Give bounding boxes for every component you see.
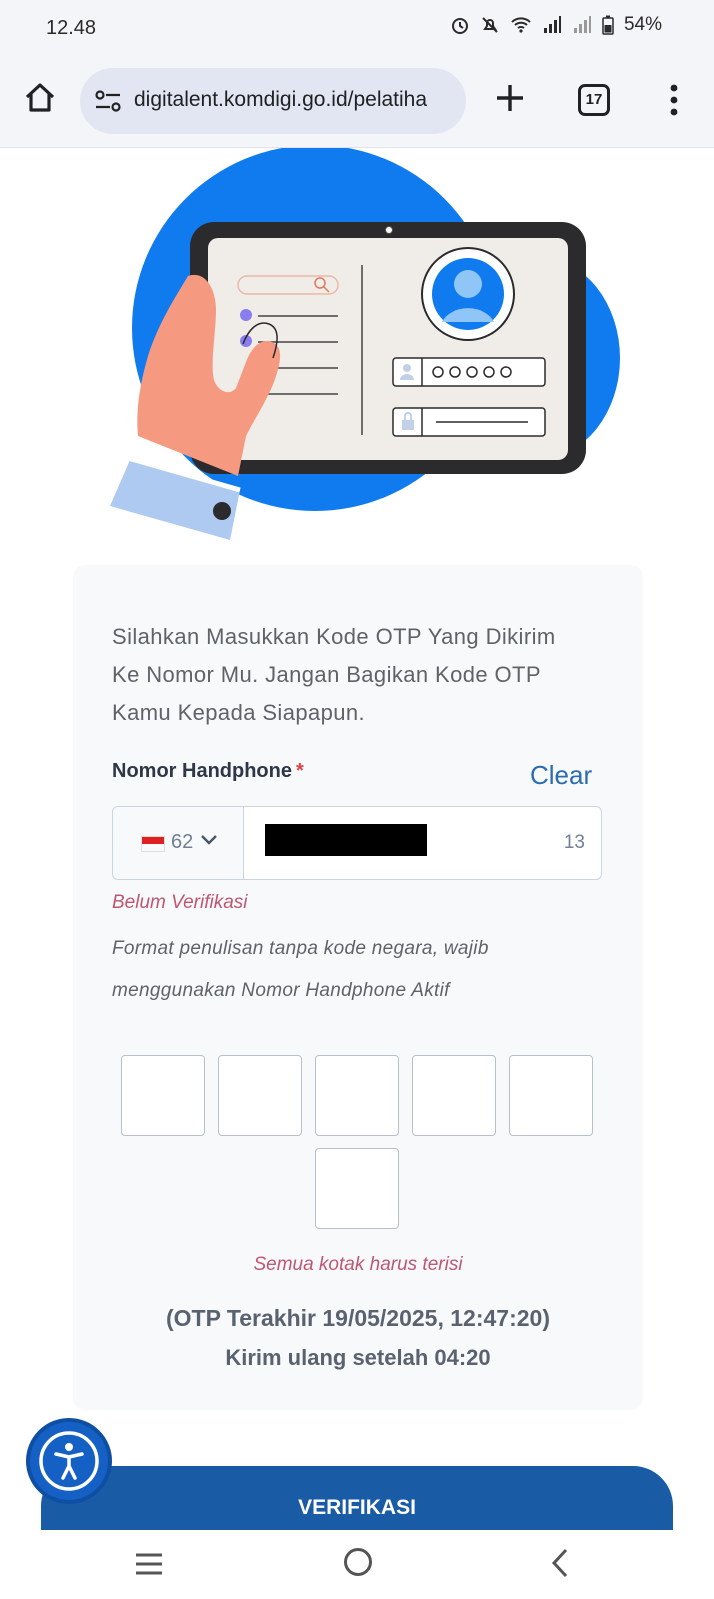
tab-switcher-button[interactable]: 17 bbox=[578, 84, 610, 116]
clear-button[interactable]: Clear bbox=[530, 760, 592, 791]
country-code: 62 bbox=[171, 831, 194, 853]
character-count: 13 bbox=[563, 832, 585, 853]
otp-instructions: Silahkan Masukkan Kode OTP Yang Dikirim … bbox=[112, 624, 556, 725]
accessibility-button[interactable] bbox=[26, 1418, 112, 1504]
alarm-icon bbox=[451, 18, 468, 34]
phone-help-text: Format penulisan tanpa kode negara, waji… bbox=[112, 938, 489, 1001]
otp-digit-input-3[interactable] bbox=[315, 1055, 399, 1136]
country-code-select[interactable]: 62 bbox=[113, 807, 244, 879]
otp-digit-input-1[interactable] bbox=[121, 1055, 205, 1136]
otp-digit-input-2[interactable] bbox=[218, 1055, 302, 1136]
otp-digit-input-4[interactable] bbox=[412, 1055, 496, 1136]
site-settings-icon[interactable] bbox=[94, 88, 122, 114]
new-tab-icon[interactable] bbox=[492, 80, 528, 116]
phone-number-input[interactable] bbox=[265, 824, 427, 856]
address-bar[interactable]: digitalent.komdigi.go.id/pelatiha bbox=[80, 68, 466, 134]
status-icons: 54% bbox=[450, 14, 662, 36]
otp-error-message: Semua kotak harus terisi bbox=[253, 1254, 463, 1275]
otp-digit-input-5[interactable] bbox=[509, 1055, 593, 1136]
phone-field-label: Nomor Handphone * bbox=[112, 760, 304, 783]
chevron-down-icon bbox=[201, 835, 217, 845]
mute-icon bbox=[482, 17, 498, 33]
back-icon[interactable] bbox=[550, 1547, 570, 1579]
system-nav-bar bbox=[0, 1530, 714, 1599]
recent-apps-icon[interactable] bbox=[134, 1552, 164, 1576]
nav-home-icon[interactable] bbox=[342, 1546, 374, 1578]
otp-last-sent: (OTP Terakhir 19/05/2025, 12:47:20) bbox=[166, 1305, 550, 1331]
status-time: 12.48 bbox=[46, 17, 97, 39]
indonesia-flag-icon bbox=[141, 836, 165, 852]
resend-countdown: Kirim ulang setelah 04:20 bbox=[225, 1345, 491, 1370]
browser-toolbar: digitalent.komdigi.go.id/pelatiha 17 bbox=[0, 56, 714, 148]
url-text: digitalent.komdigi.go.id/pelatiha bbox=[134, 88, 428, 111]
required-asterisk: * bbox=[296, 760, 304, 782]
wifi-icon bbox=[511, 17, 531, 33]
hero-illustration bbox=[110, 148, 620, 540]
otp-digit-input-6[interactable] bbox=[315, 1148, 399, 1229]
battery-icon bbox=[602, 15, 614, 35]
phone-input-group: 62 13 bbox=[112, 806, 602, 880]
status-bar: 12.48 54% bbox=[0, 0, 714, 56]
phone-label-text: Nomor Handphone bbox=[112, 760, 292, 782]
battery-percentage: 54% bbox=[623, 14, 662, 35]
more-menu-icon[interactable] bbox=[664, 82, 684, 118]
signal-icon bbox=[543, 16, 561, 33]
signal-icon bbox=[573, 16, 591, 33]
home-icon[interactable] bbox=[22, 80, 58, 116]
verification-status: Belum Verifikasi bbox=[112, 892, 248, 913]
accessibility-icon bbox=[39, 1431, 99, 1491]
